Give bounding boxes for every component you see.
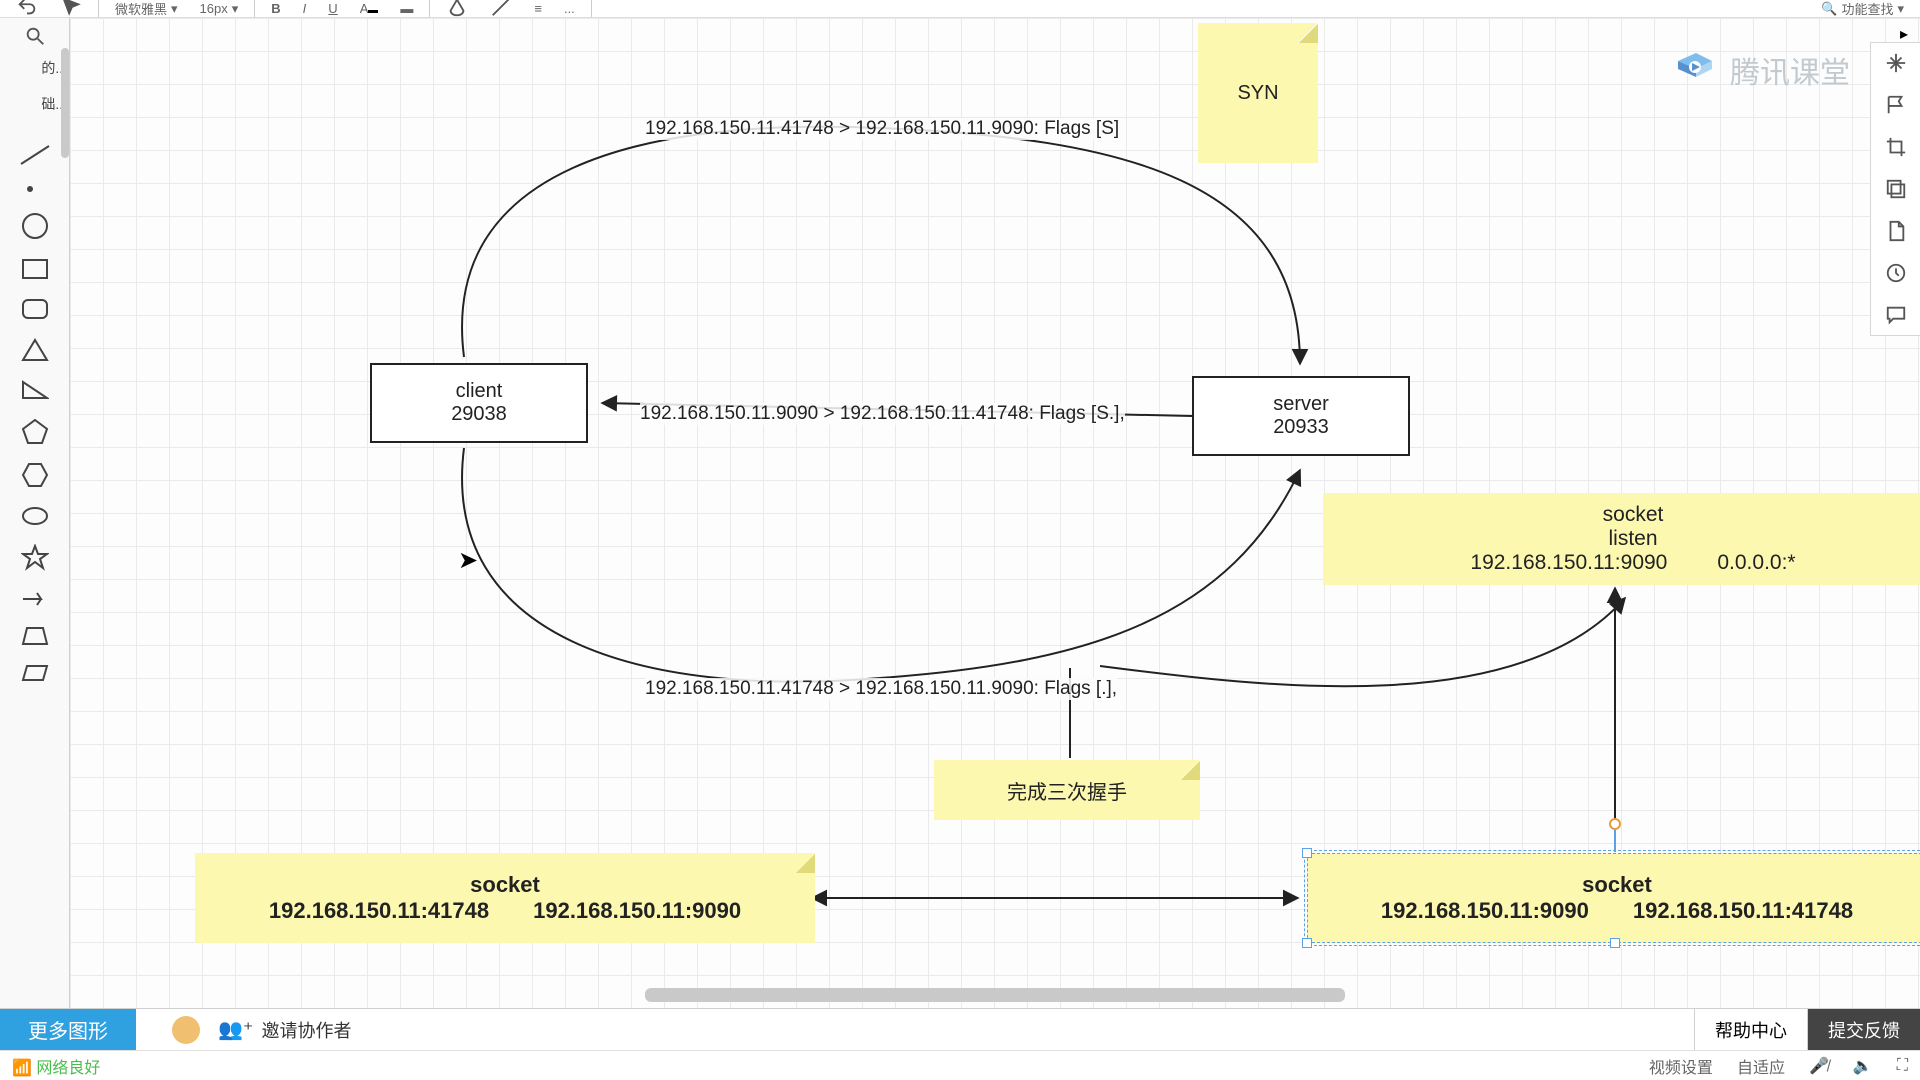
invite-collaborator-button[interactable]: 👥⁺ 邀请协作者 [218, 1017, 351, 1043]
socket-right-note-selected[interactable]: socket 192.168.150.11:9090 192.168.150.1… [1307, 853, 1920, 943]
adaptive-button[interactable]: 自适应 [1737, 1054, 1785, 1078]
socket-left-a1: 192.168.150.11:41748 [269, 898, 489, 924]
server-label: server [1273, 393, 1329, 416]
server-pid: 20933 [1273, 416, 1329, 439]
listen-note[interactable]: socket listen 192.168.150.11:9090 0.0.0.… [1323, 493, 1920, 585]
font-family-select[interactable]: 微软雅黑 ▾ [109, 0, 184, 18]
canvas-hscroll[interactable] [645, 988, 1345, 1002]
edge-label-syn: 192.168.150.11.41748 > 192.168.150.11.90… [645, 118, 1119, 140]
shape-triangle[interactable] [21, 338, 49, 362]
italic-button[interactable]: I [297, 0, 313, 18]
watermark-text: 腾讯课堂 [1730, 48, 1850, 92]
listen-note-addr2: 0.0.0.0:* [1717, 551, 1795, 575]
layers-icon[interactable] [1884, 177, 1908, 201]
listen-note-addr1: 192.168.150.11:9090 [1470, 551, 1667, 575]
server-node[interactable]: server 20933 [1192, 376, 1410, 456]
socket-right-title: socket [1582, 872, 1652, 898]
fill-color-button[interactable] [440, 0, 474, 18]
cursor-icon[interactable] [54, 0, 88, 18]
search-shapes-icon[interactable] [23, 24, 47, 48]
socket-left-title: socket [470, 872, 540, 898]
font-color-button[interactable]: A [354, 0, 385, 18]
sel-handle-s[interactable] [1610, 938, 1620, 948]
feedback-button[interactable]: 提交反馈 [1807, 1009, 1920, 1050]
sel-handle-nw[interactable] [1302, 848, 1312, 858]
shape-pentagon[interactable] [21, 418, 49, 444]
edge-label-synack: 192.168.150.11.9090 > 192.168.150.11.417… [640, 403, 1125, 425]
socket-right-a1: 192.168.150.11:9090 [1381, 898, 1589, 924]
page-icon[interactable] [1884, 219, 1908, 243]
shape-rect[interactable] [21, 258, 49, 280]
highlight-button[interactable]: ▬ [394, 0, 419, 18]
font-size-select[interactable]: 16px ▾ [194, 0, 245, 18]
watermark: 腾讯课堂 [1670, 48, 1850, 92]
shape-rtriangle[interactable] [21, 380, 49, 400]
more-style-button[interactable]: ... [558, 0, 581, 18]
shapes-panel: 的... 础... [0, 18, 70, 1008]
listen-note-line1: socket [1603, 503, 1664, 527]
syn-note[interactable]: SYN [1198, 23, 1318, 163]
network-status: 📶 网络良好 [12, 1054, 100, 1078]
shape-dot[interactable] [25, 184, 45, 194]
listen-note-line2: listen [1608, 527, 1657, 551]
invite-icon: 👥⁺ [218, 1017, 253, 1042]
shape-trapezoid[interactable] [21, 626, 49, 646]
client-label: client [456, 380, 503, 403]
panel-scrollbar[interactable] [61, 48, 69, 158]
shape-roundrect[interactable] [21, 298, 49, 320]
syn-note-text: SYN [1237, 82, 1278, 105]
category-label-2[interactable]: 础... [0, 88, 69, 120]
underline-button[interactable]: U [322, 0, 343, 18]
navigator-icon[interactable] [1884, 51, 1908, 75]
handshake-note-text: 完成三次握手 [1007, 776, 1127, 805]
flag-icon[interactable] [1884, 93, 1908, 117]
video-settings-button[interactable]: 视频设置 [1649, 1054, 1713, 1078]
history-icon[interactable] [1884, 261, 1908, 285]
help-center-button[interactable]: 帮助中心 [1694, 1009, 1807, 1050]
line-style-button[interactable]: ≡ [528, 0, 548, 18]
bold-button[interactable]: B [265, 0, 286, 18]
invite-label: 邀请协作者 [261, 1017, 351, 1043]
sel-handle-sw[interactable] [1302, 938, 1312, 948]
ruler-right-arrow[interactable]: ▸ [1900, 24, 1918, 42]
handshake-note[interactable]: 完成三次握手 [934, 760, 1200, 820]
smart-search[interactable]: 🔍 功能查找 ▾ [1815, 0, 1910, 18]
shape-ellipse[interactable] [21, 506, 49, 526]
fullscreen-icon[interactable]: ⛶ [1897, 1057, 1908, 1075]
shape-star[interactable] [21, 544, 49, 572]
shape-circle[interactable] [21, 212, 49, 240]
right-toolbar [1870, 42, 1920, 336]
crop-icon[interactable] [1884, 135, 1908, 159]
client-node[interactable]: client 29038 [370, 363, 588, 443]
socket-right-a2: 192.168.150.11:41748 [1633, 898, 1853, 924]
undo-icon[interactable] [10, 0, 44, 18]
edge-label-ack: 192.168.150.11.41748 > 192.168.150.11.90… [645, 678, 1117, 700]
more-shapes-button[interactable]: 更多图形 [0, 1009, 136, 1051]
shape-parallelogram[interactable] [21, 664, 49, 682]
shape-list [19, 144, 51, 682]
cursor-pointer-icon: ➤ [458, 546, 478, 575]
sel-rotate-handle[interactable] [1609, 818, 1621, 830]
client-pid: 29038 [451, 403, 507, 426]
shape-arrow[interactable] [21, 590, 49, 608]
shape-hexagon[interactable] [21, 462, 49, 488]
font-family-label: 微软雅黑 [115, 0, 167, 18]
status-bar: 📶 网络良好 视频设置 自适应 🎤̸ 🔈 ⛶ [0, 1050, 1920, 1080]
bottom-bar: 更多图形 👥⁺ 邀请协作者 帮助中心 提交反馈 [0, 1008, 1920, 1050]
format-toolbar: 微软雅黑 ▾ 16px ▾ B I U A ▬ ≡ ... 🔍 功能查找 ▾ [0, 0, 1920, 18]
socket-left-note[interactable]: socket 192.168.150.11:41748 192.168.150.… [195, 853, 815, 943]
shape-line[interactable] [19, 144, 51, 166]
mic-off-icon[interactable]: 🎤̸ [1809, 1056, 1829, 1076]
avatar[interactable] [172, 1016, 200, 1044]
line-color-button[interactable] [484, 0, 518, 18]
socket-left-a2: 192.168.150.11:9090 [533, 898, 741, 924]
diagram-canvas[interactable]: ▸ 腾讯课堂 [70, 18, 1920, 1008]
comment-icon[interactable] [1884, 303, 1908, 327]
volume-icon[interactable]: 🔈 [1853, 1056, 1873, 1076]
font-size-label: 16px [200, 1, 228, 16]
smart-search-label: 功能查找 [1841, 0, 1893, 18]
category-label-1[interactable]: 的... [0, 52, 69, 84]
